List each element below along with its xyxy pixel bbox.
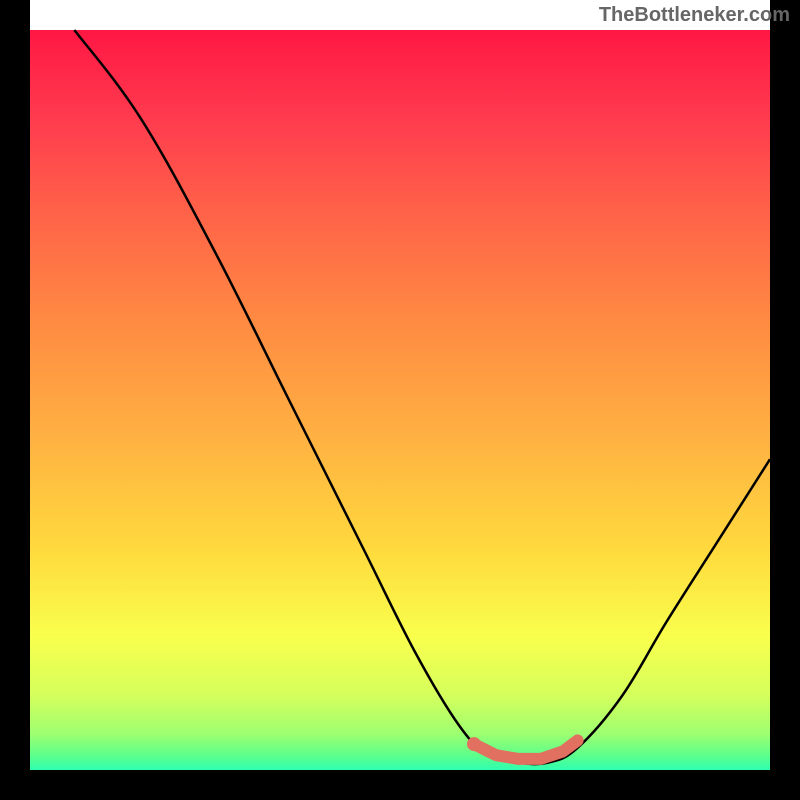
optimal-start-dot bbox=[467, 737, 481, 751]
bottleneck-chart bbox=[0, 0, 800, 800]
attribution-text: TheBottleneker.com bbox=[599, 4, 790, 27]
frame-right bbox=[770, 0, 800, 800]
chart-container: TheBottleneker.com bbox=[0, 0, 800, 800]
frame-left bbox=[0, 0, 30, 800]
plot-background bbox=[30, 30, 770, 770]
frame-bottom bbox=[0, 770, 800, 800]
